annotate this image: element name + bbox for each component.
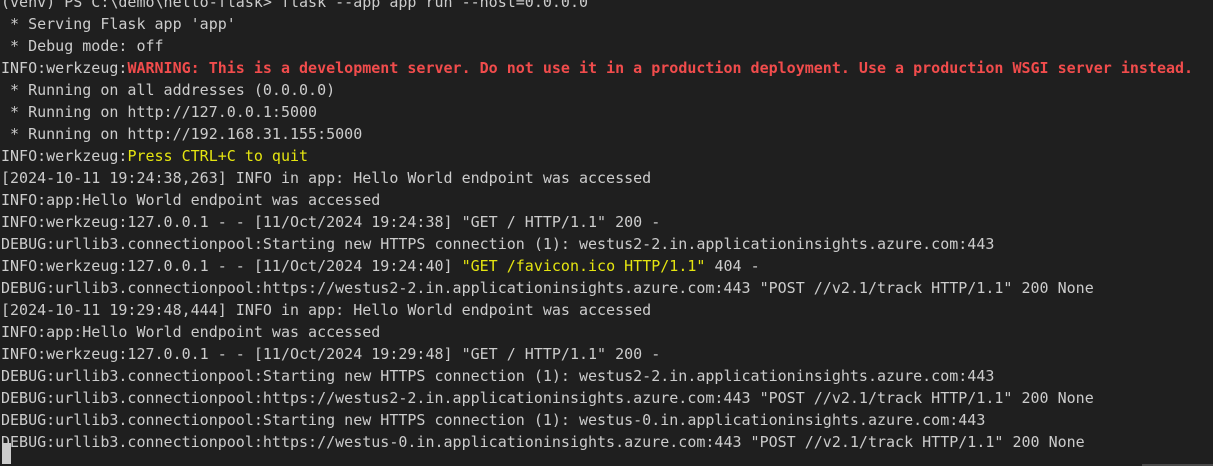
terminal-line: DEBUG:urllib3.connectionpool:Starting ne…	[1, 409, 1213, 431]
log-text: INFO:werkzeug:127.0.0.1 - - [11/Oct/2024…	[1, 345, 661, 363]
log-text: [2024-10-11 19:24:38,263] INFO in app: H…	[1, 169, 652, 187]
terminal-line: INFO:werkzeug:127.0.0.1 - - [11/Oct/2024…	[1, 343, 1213, 365]
terminal-output: (venv) PS C:\demo\hello-flask> flask --a…	[1, 0, 1213, 453]
log-text: * Running on http://127.0.0.1:5000	[1, 103, 318, 121]
log-text: * Serving Flask app 'app'	[1, 15, 236, 33]
terminal-line: * Debug mode: off	[1, 35, 1213, 57]
terminal-line: (venv) PS C:\demo\hello-flask> flask --a…	[1, 0, 1213, 13]
highlighted-text: "GET /favicon.ico HTTP/1.1"	[461, 257, 706, 275]
terminal-line: DEBUG:urllib3.connectionpool:https://wes…	[1, 431, 1213, 453]
log-text: INFO:werkzeug:127.0.0.1 - - [11/Oct/2024…	[1, 257, 462, 275]
log-text: DEBUG:urllib3.connectionpool:https://wes…	[1, 433, 1085, 451]
log-text: DEBUG:urllib3.connectionpool:Starting ne…	[1, 235, 995, 253]
terminal-line: * Running on http://192.168.31.155:5000	[1, 123, 1213, 145]
terminal-line: INFO:werkzeug:127.0.0.1 - - [11/Oct/2024…	[1, 255, 1213, 277]
log-text: DEBUG:urllib3.connectionpool:https://wes…	[1, 389, 1094, 407]
terminal-line: INFO:werkzeug:127.0.0.1 - - [11/Oct/2024…	[1, 211, 1213, 233]
terminal-line: DEBUG:urllib3.connectionpool:https://wes…	[1, 277, 1213, 299]
terminal-line: DEBUG:urllib3.connectionpool:Starting ne…	[1, 365, 1213, 387]
terminal-line: INFO:werkzeug:WARNING: This is a develop…	[1, 57, 1213, 79]
terminal-line: [2024-10-11 19:24:38,263] INFO in app: H…	[1, 167, 1213, 189]
highlighted-text: Press CTRL+C to quit	[127, 147, 309, 165]
log-text: DEBUG:urllib3.connectionpool:https://wes…	[1, 279, 1094, 297]
terminal-line: * Running on http://127.0.0.1:5000	[1, 101, 1213, 123]
terminal-line: INFO:app:Hello World endpoint was access…	[1, 189, 1213, 211]
log-text: INFO:werkzeug:	[1, 59, 128, 77]
log-text: * Running on all addresses (0.0.0.0)	[1, 81, 336, 99]
log-text: INFO:werkzeug:	[1, 147, 128, 165]
log-text: [2024-10-11 19:29:48,444] INFO in app: H…	[1, 301, 652, 319]
terminal-panel[interactable]: (venv) PS C:\demo\hello-flask> flask --a…	[0, 0, 1213, 466]
log-text: (venv) PS C:\demo\hello-flask> flask --a…	[1, 0, 588, 11]
log-text: DEBUG:urllib3.connectionpool:Starting ne…	[1, 411, 986, 429]
terminal-line: * Running on all addresses (0.0.0.0)	[1, 79, 1213, 101]
terminal-line: * Serving Flask app 'app'	[1, 13, 1213, 35]
log-text: INFO:app:Hello World endpoint was access…	[1, 323, 381, 341]
terminal-line: DEBUG:urllib3.connectionpool:Starting ne…	[1, 233, 1213, 255]
log-text: 404 -	[705, 257, 760, 275]
log-text: INFO:werkzeug:127.0.0.1 - - [11/Oct/2024…	[1, 213, 661, 231]
log-text: DEBUG:urllib3.connectionpool:Starting ne…	[1, 367, 995, 385]
terminal-line: INFO:werkzeug:Press CTRL+C to quit	[1, 145, 1213, 167]
terminal-line: DEBUG:urllib3.connectionpool:https://wes…	[1, 387, 1213, 409]
log-text: INFO:app:Hello World endpoint was access…	[1, 191, 381, 209]
terminal-line: [2024-10-11 19:29:48,444] INFO in app: H…	[1, 299, 1213, 321]
terminal-cursor	[2, 443, 11, 464]
log-text: * Debug mode: off	[1, 37, 164, 55]
log-text: * Running on http://192.168.31.155:5000	[1, 125, 363, 143]
warning-text: WARNING: This is a development server. D…	[127, 59, 1194, 77]
terminal-line: INFO:app:Hello World endpoint was access…	[1, 321, 1213, 343]
